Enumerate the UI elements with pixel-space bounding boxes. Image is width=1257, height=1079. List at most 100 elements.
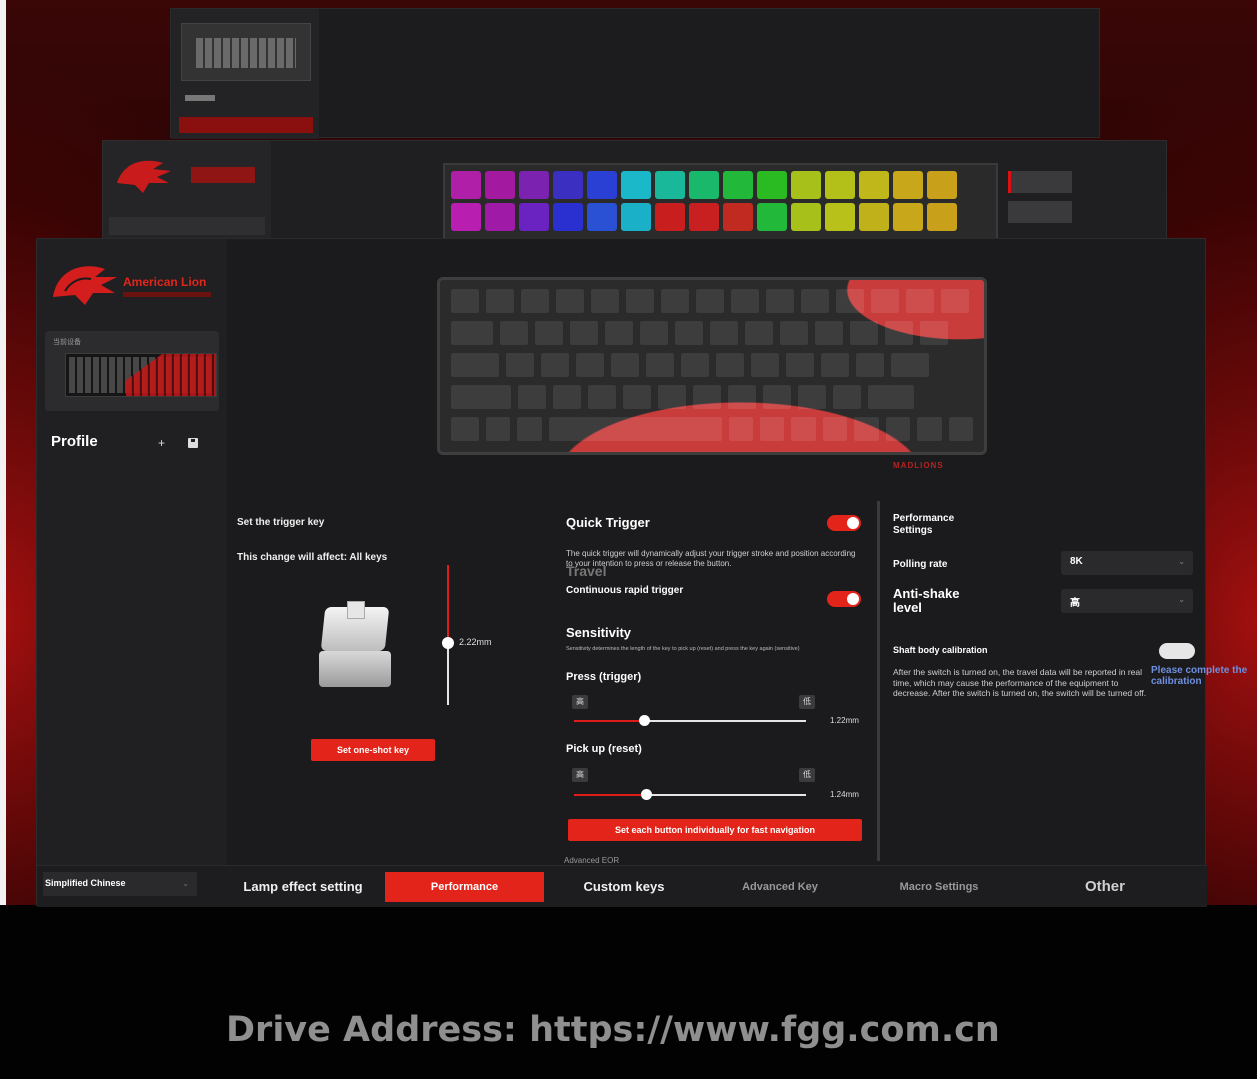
keycap xyxy=(534,320,564,346)
rgb-keycap xyxy=(859,171,889,199)
background-window-sidebar xyxy=(171,9,319,139)
keycap xyxy=(884,320,914,346)
keycap xyxy=(916,416,943,442)
quick-trigger-title: Quick Trigger xyxy=(566,515,650,530)
rgb-keycap xyxy=(451,171,481,199)
tab-other[interactable]: Other xyxy=(1021,872,1189,902)
profile-label: Profile xyxy=(51,433,98,450)
keycap xyxy=(625,288,655,314)
keycap xyxy=(639,320,669,346)
keycap xyxy=(759,416,786,442)
keycap xyxy=(450,384,512,410)
keycap xyxy=(657,384,687,410)
polling-rate-value: 8K xyxy=(1070,556,1083,567)
anti-shake-level-select[interactable]: 高 ⌄ xyxy=(1061,589,1193,613)
keycap xyxy=(919,320,949,346)
high-sensitivity-icon[interactable]: 高 xyxy=(572,768,588,782)
background-label xyxy=(185,95,215,101)
rgb-keycap xyxy=(689,203,719,231)
keycap xyxy=(744,320,774,346)
continuous-rapid-trigger-toggle[interactable] xyxy=(827,591,861,607)
keycap xyxy=(555,288,585,314)
low-sensitivity-icon[interactable]: 低 xyxy=(799,695,815,709)
rgb-keycap xyxy=(757,203,787,231)
press-slider-handle[interactable] xyxy=(638,715,650,726)
advanced-eor-label[interactable]: Advanced EOR xyxy=(564,856,619,865)
keycap xyxy=(552,384,582,410)
keycap xyxy=(835,288,865,314)
keycap xyxy=(814,320,844,346)
press-slider[interactable] xyxy=(574,720,806,722)
background-field xyxy=(109,217,265,235)
polling-rate-label: Polling rate xyxy=(893,559,948,570)
bottom-area xyxy=(0,905,1257,1079)
main-window: American Lion 当前设备 Profile + MADLIONS Se… xyxy=(36,238,1247,907)
rgb-keycap xyxy=(859,203,889,231)
set-one-shot-key-button[interactable]: Set one-shot key xyxy=(311,739,435,761)
keycap xyxy=(800,288,830,314)
keycap xyxy=(590,288,620,314)
quick-trigger-toggle[interactable] xyxy=(827,515,861,531)
travel-slider-handle[interactable] xyxy=(442,637,454,649)
keycap xyxy=(727,384,757,410)
keycap xyxy=(520,288,550,314)
shaft-body-calibration-label: Shaft body calibration xyxy=(893,645,988,655)
device-card[interactable]: 当前设备 xyxy=(45,331,219,411)
keycap xyxy=(832,384,862,410)
sidebar: American Lion 当前设备 Profile + xyxy=(37,239,227,865)
rgb-keycap xyxy=(893,171,923,199)
tab-performance[interactable]: Performance xyxy=(385,872,544,902)
travel-value: 2.22mm xyxy=(459,637,492,647)
keycap xyxy=(450,352,500,378)
tab-advanced-key[interactable]: Advanced Key xyxy=(705,872,855,902)
plus-icon[interactable]: + xyxy=(158,436,165,450)
save-icon[interactable] xyxy=(188,438,198,448)
keycap xyxy=(680,352,710,378)
rgb-keycap xyxy=(519,171,549,199)
keycap xyxy=(779,320,809,346)
language-select[interactable]: Simplified Chinese ⌄ xyxy=(43,872,197,896)
keycap xyxy=(674,320,704,346)
keycap xyxy=(785,352,815,378)
keycap xyxy=(730,288,760,314)
high-sensitivity-icon[interactable]: 高 xyxy=(572,695,588,709)
polling-rate-select[interactable]: 8K ⌄ xyxy=(1061,551,1193,575)
pick-up-slider[interactable] xyxy=(574,794,806,796)
keycap xyxy=(547,416,723,442)
keycap xyxy=(660,288,690,314)
keycap xyxy=(790,416,817,442)
background-red-bar xyxy=(179,117,313,133)
travel-slider[interactable] xyxy=(447,565,449,705)
anti-shake-level-value: 高 xyxy=(1070,598,1080,609)
pick-up-slider-handle[interactable] xyxy=(640,789,652,800)
travel-label: Travel xyxy=(566,563,607,579)
rgb-keycap xyxy=(723,203,753,231)
keycap xyxy=(750,352,780,378)
brand-subtitle xyxy=(123,292,211,297)
tab-lamp-effect-setting[interactable]: Lamp effect setting xyxy=(227,872,379,902)
chevron-down-icon: ⌄ xyxy=(1178,557,1185,566)
keycap xyxy=(890,352,930,378)
pick-up-value: 1.24mm xyxy=(830,790,859,799)
keycap xyxy=(695,288,725,314)
tab-macro-settings[interactable]: Macro Settings xyxy=(863,872,1015,902)
rgb-keycap xyxy=(587,203,617,231)
keyboard-preview xyxy=(437,277,987,455)
rgb-keycap xyxy=(791,203,821,231)
keycap xyxy=(709,320,739,346)
rgb-keycap xyxy=(485,203,515,231)
switch-base xyxy=(319,651,391,687)
set-each-button-fast-navigation-button[interactable]: Set each button individually for fast na… xyxy=(568,819,862,841)
rgb-keycap xyxy=(927,203,957,231)
rgb-keycap xyxy=(519,203,549,231)
keycap xyxy=(517,384,547,410)
rgb-keycap xyxy=(723,171,753,199)
shaft-body-calibration-toggle[interactable] xyxy=(1159,643,1195,659)
low-sensitivity-icon[interactable]: 低 xyxy=(799,768,815,782)
keycap xyxy=(622,384,652,410)
background-button xyxy=(1008,171,1072,193)
tab-custom-keys[interactable]: Custom keys xyxy=(549,872,699,902)
continuous-rapid-trigger-label: Continuous rapid trigger xyxy=(566,585,684,596)
sensitivity-title: Sensitivity xyxy=(566,625,632,640)
shaft-body-calibration-description: After the switch is turned on, the trave… xyxy=(893,667,1147,698)
